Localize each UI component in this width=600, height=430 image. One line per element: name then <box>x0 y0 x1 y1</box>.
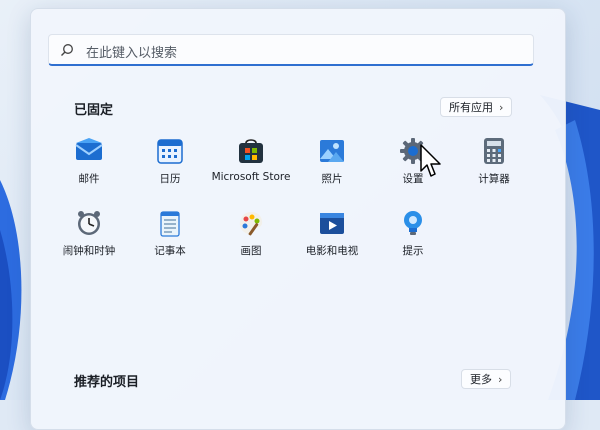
app-microsoft-store[interactable]: Microsoft Store <box>209 137 293 183</box>
app-notepad[interactable]: 记事本 <box>128 209 212 258</box>
photos-icon <box>318 137 346 165</box>
start-menu: 在此键入以搜索 已固定 所有应用 › 邮件 日历 Microsoft Store… <box>30 8 566 430</box>
mail-icon <box>75 137 103 165</box>
search-icon <box>61 44 73 56</box>
all-apps-label: 所有应用 <box>449 101 493 114</box>
all-apps-button[interactable]: 所有应用 › <box>440 97 513 117</box>
notepad-icon <box>156 209 184 237</box>
film-icon <box>318 209 346 237</box>
recommended-section-title: 推荐的项目 <box>74 375 140 390</box>
app-label: 画图 <box>240 245 262 257</box>
app-label: 提示 <box>402 245 424 257</box>
paint-icon <box>237 209 265 237</box>
clock-icon <box>75 209 103 237</box>
app-tips[interactable]: 提示 <box>371 209 455 258</box>
more-button[interactable]: 更多 › <box>461 369 512 389</box>
search-input[interactable]: 在此键入以搜索 <box>48 34 534 66</box>
app-label: 照片 <box>321 173 343 185</box>
app-calculator[interactable]: 计算器 <box>452 137 536 186</box>
chevron-right-icon: › <box>498 372 503 386</box>
app-label: 计算器 <box>478 173 510 185</box>
calendar-icon <box>156 137 184 165</box>
app-label: 日历 <box>159 173 181 185</box>
app-label: 电影和电视 <box>305 245 359 257</box>
app-alarms-clock[interactable]: 闹钟和时钟 <box>47 209 131 258</box>
lightbulb-icon <box>399 209 427 237</box>
app-paint[interactable]: 画图 <box>209 209 293 258</box>
mouse-cursor-icon <box>420 144 441 177</box>
app-movies-tv[interactable]: 电影和电视 <box>290 209 374 258</box>
app-label: 闹钟和时钟 <box>62 245 116 257</box>
store-icon <box>237 137 265 165</box>
app-calendar[interactable]: 日历 <box>128 137 212 186</box>
app-label: 邮件 <box>78 173 100 185</box>
calculator-icon <box>480 137 508 165</box>
app-photos[interactable]: 照片 <box>290 137 374 186</box>
search-placeholder: 在此键入以搜索 <box>86 46 178 61</box>
app-mail[interactable]: 邮件 <box>47 137 131 186</box>
more-label: 更多 <box>470 373 492 386</box>
app-label: Microsoft Store <box>211 171 291 183</box>
chevron-right-icon: › <box>499 100 504 114</box>
app-label: 记事本 <box>154 245 186 257</box>
pinned-section-title: 已固定 <box>74 103 114 118</box>
